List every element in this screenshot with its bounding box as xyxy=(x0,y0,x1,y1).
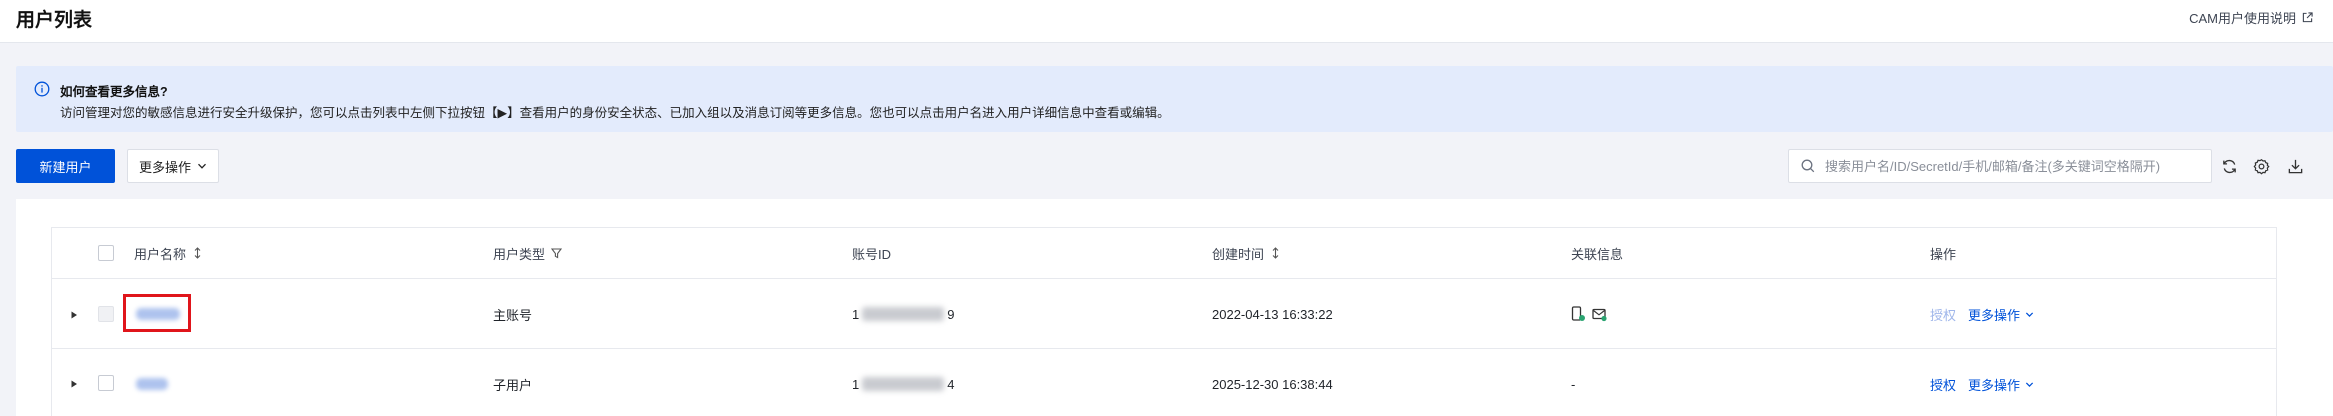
col-associated-info-label: 关联信息 xyxy=(1571,246,1624,262)
select-all-checkbox[interactable] xyxy=(98,245,114,261)
col-created-at-label: 创建时间 xyxy=(1212,246,1265,262)
chevron-down-icon xyxy=(2025,381,2034,387)
refresh-button[interactable] xyxy=(2218,155,2240,177)
row-actions: 授权 更多操作 xyxy=(1930,374,2034,394)
col-username-label: 用户名称 xyxy=(134,246,187,262)
account-id: 1 9 xyxy=(852,304,954,324)
col-account-id-label: 账号ID xyxy=(852,246,892,262)
account-id-suffix: 4 xyxy=(947,376,955,392)
highlight-box xyxy=(123,294,191,332)
col-created-at[interactable]: 创建时间 xyxy=(1212,243,1281,263)
table-row: 主账号 1 9 2022-04-13 16:33:22 授权 更多操作 xyxy=(52,279,2276,349)
col-user-type-label: 用户类型 xyxy=(493,246,546,262)
user-type: 子用户 xyxy=(493,377,533,393)
expand-row-icon[interactable] xyxy=(69,310,79,320)
sort-icon[interactable] xyxy=(1270,247,1281,259)
account-id-mask xyxy=(862,307,945,321)
search-input[interactable] xyxy=(1825,158,2211,174)
account-id-mask xyxy=(862,377,945,391)
search-box[interactable] xyxy=(1788,149,2212,183)
refresh-icon xyxy=(2222,159,2236,173)
table-row: 子用户 1 4 2025-12-30 16:38:44 - 授权 更多操作 xyxy=(52,349,2276,416)
create-user-button[interactable]: 新建用户 xyxy=(16,149,115,183)
info-circle-icon xyxy=(34,81,50,97)
chevron-down-icon xyxy=(2025,311,2034,317)
info-banner: 如何查看更多信息? 访问管理对您的敏感信息进行安全升级保护，您可以点击列表中左侧… xyxy=(16,66,2333,132)
row-checkbox[interactable] xyxy=(98,306,114,322)
settings-button[interactable] xyxy=(2250,155,2272,177)
phone-verified-icon xyxy=(1571,306,1585,321)
gear-icon xyxy=(2253,158,2270,174)
row-checkbox[interactable] xyxy=(98,375,114,391)
account-id: 1 4 xyxy=(852,374,954,394)
col-actions-label: 操作 xyxy=(1930,246,1957,262)
more-actions-dropdown[interactable]: 更多操作 xyxy=(127,149,219,183)
page-header: 用户列表 CAM用户使用说明 xyxy=(0,0,2333,43)
account-id-prefix: 1 xyxy=(852,376,860,392)
row-actions: 授权 更多操作 xyxy=(1930,304,2034,324)
col-user-type[interactable]: 用户类型 xyxy=(493,243,563,263)
authorize-link[interactable]: 授权 xyxy=(1930,375,1956,394)
page-title: 用户列表 xyxy=(16,10,93,31)
cam-doc-link[interactable]: CAM用户使用说明 xyxy=(2189,8,2313,27)
download-button[interactable] xyxy=(2284,155,2306,177)
filter-icon[interactable] xyxy=(551,247,563,259)
sort-icon[interactable] xyxy=(192,247,203,259)
banner-title: 如何查看更多信息? xyxy=(60,85,168,99)
account-id-prefix: 1 xyxy=(852,306,860,322)
chevron-down-icon xyxy=(198,163,206,169)
download-icon xyxy=(2288,159,2302,173)
table-header: 用户名称 用户类型 账号ID 创建时间 关联信息 操作 xyxy=(52,228,2276,279)
col-username[interactable]: 用户名称 xyxy=(134,243,203,263)
more-operations-label: 更多操作 xyxy=(1968,307,2021,323)
created-at: 2025-12-30 16:38:44 xyxy=(1212,376,1333,392)
created-at: 2022-04-13 16:33:22 xyxy=(1212,306,1333,322)
authorize-link[interactable]: 授权 xyxy=(1930,305,1956,324)
user-table: 用户名称 用户类型 账号ID 创建时间 关联信息 操作 主账号 1 9 2022… xyxy=(51,227,2277,416)
col-actions: 操作 xyxy=(1930,243,1956,263)
mail-verified-icon xyxy=(1592,308,1607,322)
expand-row-icon[interactable] xyxy=(69,379,79,389)
search-icon xyxy=(1801,159,1815,173)
more-actions-label: 更多操作 xyxy=(138,159,191,175)
more-operations-dropdown[interactable]: 更多操作 xyxy=(1968,375,2034,394)
banner-text: 访问管理对您的敏感信息进行安全升级保护，您可以点击列表中左侧下拉按钮【▶】查看用… xyxy=(60,106,1170,120)
associated-info: - xyxy=(1571,376,1576,392)
more-operations-dropdown[interactable]: 更多操作 xyxy=(1968,305,2034,324)
user-type: 主账号 xyxy=(493,307,533,323)
col-associated-info: 关联信息 xyxy=(1571,243,1623,263)
more-operations-label: 更多操作 xyxy=(1968,377,2021,393)
account-id-suffix: 9 xyxy=(947,306,955,322)
external-link-icon xyxy=(2302,12,2313,23)
col-account-id: 账号ID xyxy=(852,243,891,263)
cam-doc-link-label: CAM用户使用说明 xyxy=(2189,11,2296,26)
associated-info xyxy=(1571,304,1607,324)
username-link[interactable] xyxy=(136,378,168,390)
